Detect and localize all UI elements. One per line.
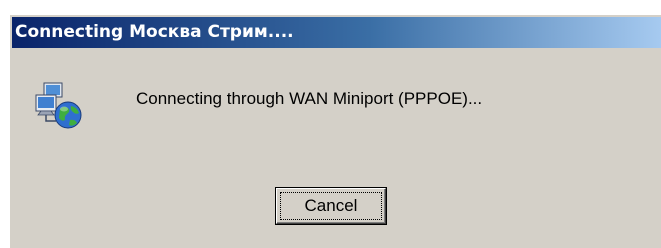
cancel-button[interactable]: Cancel bbox=[275, 187, 387, 225]
connection-status-message: Connecting through WAN Miniport (PPPOE).… bbox=[136, 89, 483, 108]
dialog-content: Connecting through WAN Miniport (PPPOE).… bbox=[10, 49, 661, 248]
cancel-button-label: Cancel bbox=[304, 196, 358, 215]
window-title: Connecting Москва Стрим.... bbox=[15, 22, 294, 42]
title-bar[interactable]: Connecting Москва Стрим.... bbox=[12, 17, 661, 48]
connecting-dialog: Connecting Москва Стрим.... Connecting t… bbox=[9, 14, 661, 248]
network-connection-globe-icon bbox=[34, 79, 86, 131]
